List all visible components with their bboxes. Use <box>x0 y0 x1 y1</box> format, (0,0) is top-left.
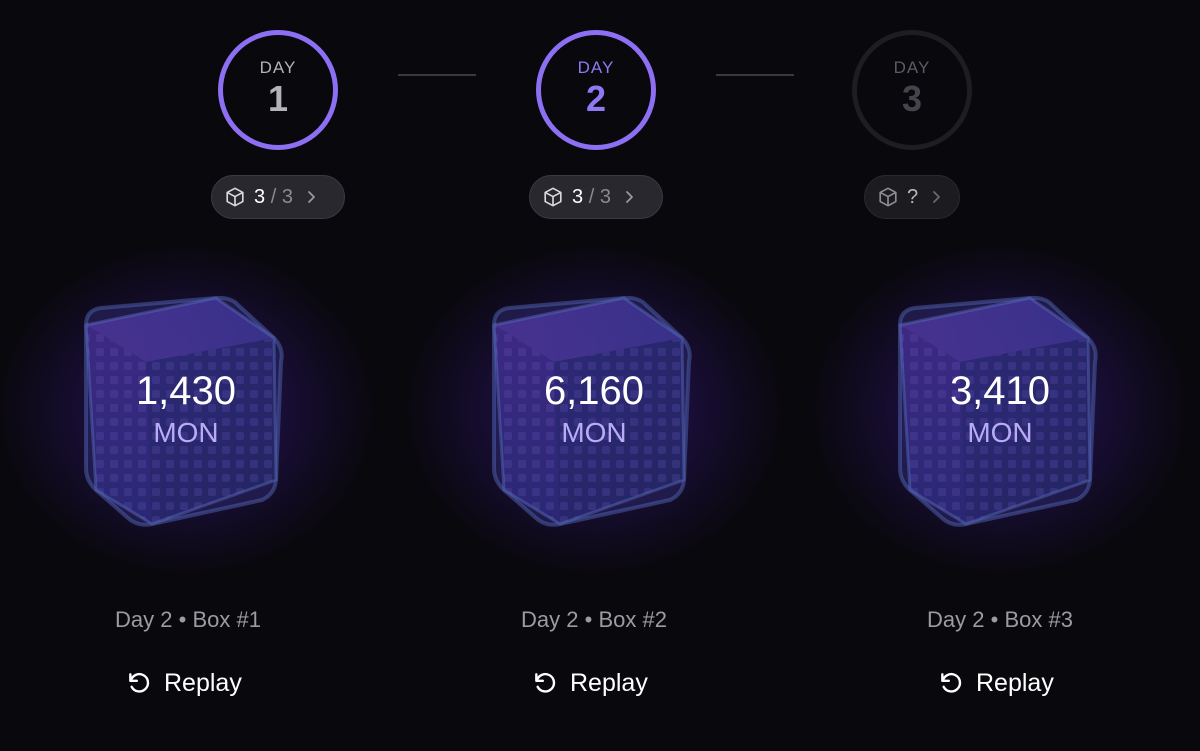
day-2-number: 2 <box>585 77 607 119</box>
opened-count: ? <box>907 185 919 208</box>
daily-boxes-page: DAY 1 DAY 2 DAY 3 3 / 3 3 / 3 ? 1,430 MO… <box>0 0 1200 751</box>
day-3-box-count-pill[interactable]: ? <box>864 175 960 219</box>
replay-label: Replay <box>164 668 242 697</box>
day-3-step[interactable]: DAY 3 <box>852 30 972 150</box>
box-caption: Day 2 • Box #3 <box>927 607 1073 632</box>
prize-currency: MON <box>561 417 627 448</box>
box-icon <box>226 187 244 207</box>
prize-currency: MON <box>153 417 219 448</box>
prize-amount: 6,160 <box>543 369 645 413</box>
day-2-box-count-pill[interactable]: 3 / 3 <box>529 175 663 219</box>
replay-icon <box>129 672 150 693</box>
replay-button[interactable]: Replay <box>126 664 242 702</box>
total-count: 3 <box>599 185 611 208</box>
box-icon <box>544 187 562 207</box>
day-3-label: DAY <box>893 57 931 77</box>
day-1-label: DAY <box>259 57 297 77</box>
total-count: 3 <box>281 185 293 208</box>
chevron-right-icon <box>933 191 941 203</box>
box-caption: Day 2 • Box #1 <box>115 607 261 632</box>
replay-button[interactable]: Replay <box>532 664 648 702</box>
box-icon <box>879 187 897 207</box>
day-2-label: DAY <box>577 57 615 77</box>
replay-icon <box>535 672 556 693</box>
prize-amount: 3,410 <box>949 369 1051 413</box>
day-1-step[interactable]: DAY 1 <box>218 30 338 150</box>
prize-currency: MON <box>967 417 1033 448</box>
prize-box-card-3[interactable]: 3,410 MON <box>790 230 1200 590</box>
count-separator: / <box>588 185 595 208</box>
prize-box-card-1[interactable]: 1,430 MON <box>0 230 396 590</box>
chevron-right-icon <box>308 191 315 203</box>
prize-box-card-2[interactable]: 6,160 MON <box>384 230 804 590</box>
day-3-number: 3 <box>901 77 923 119</box>
replay-button[interactable]: Replay <box>938 664 1054 702</box>
prize-amount: 1,430 <box>135 369 237 413</box>
chevron-right-icon <box>626 191 633 203</box>
step-connector <box>398 74 476 76</box>
replay-label: Replay <box>570 668 648 697</box>
day-1-number: 1 <box>267 77 289 119</box>
replay-label: Replay <box>976 668 1054 697</box>
opened-count: 3 <box>572 185 584 208</box>
box-caption: Day 2 • Box #2 <box>521 607 667 632</box>
day-1-box-count-pill[interactable]: 3 / 3 <box>211 175 345 219</box>
step-connector <box>716 74 794 76</box>
opened-count: 3 <box>254 185 266 208</box>
count-separator: / <box>270 185 277 208</box>
replay-icon <box>941 672 962 693</box>
day-2-step[interactable]: DAY 2 <box>536 30 656 150</box>
